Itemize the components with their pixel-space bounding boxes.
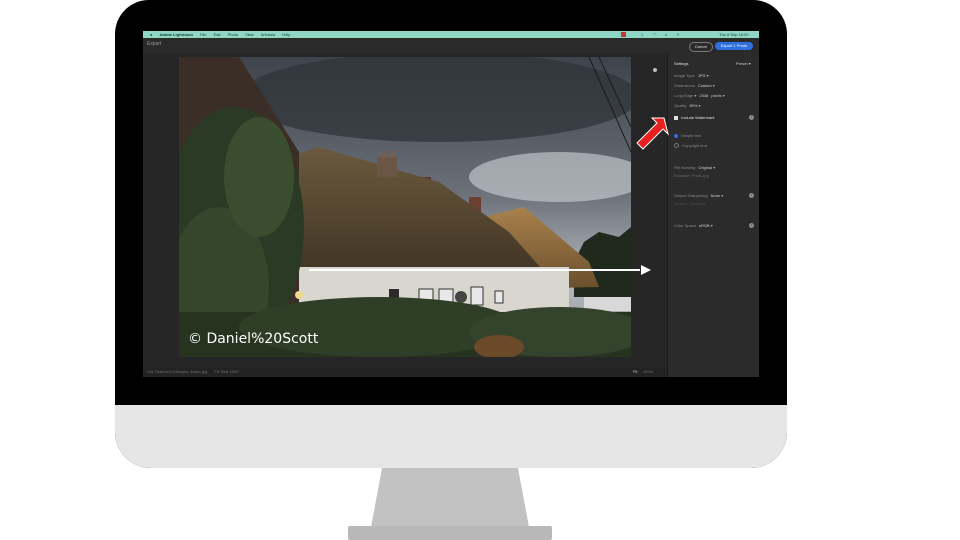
- annotation-overlay: [309, 117, 669, 275]
- red-arrow-icon: [636, 117, 669, 150]
- white-arrow-icon: [309, 265, 651, 275]
